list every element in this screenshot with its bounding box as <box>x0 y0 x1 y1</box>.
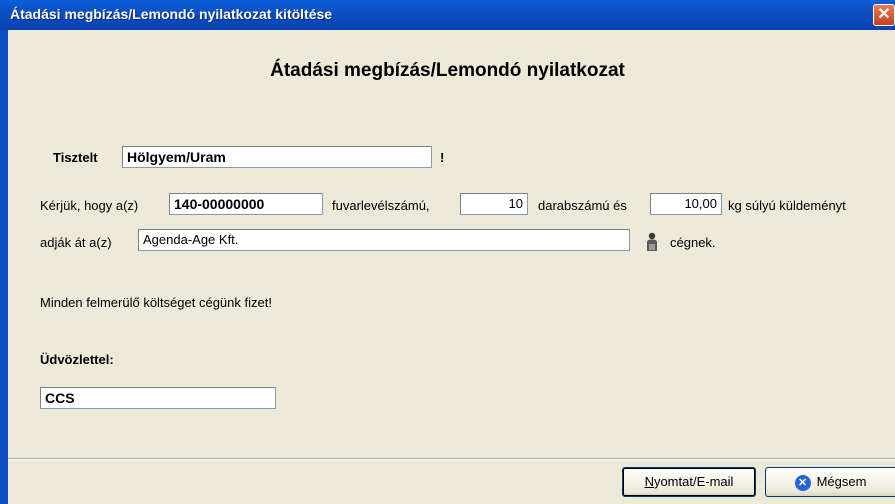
regards-label: Üdvözlettel: <box>40 352 114 367</box>
print-hotkey: N <box>644 474 654 489</box>
cancel-label: Mégsem <box>816 474 867 489</box>
handover-prefix-label: adják át a(z) <box>40 235 112 250</box>
salutation-input[interactable]: Hölgyem/Uram <box>122 146 432 168</box>
exclamation-mark: ! <box>440 150 445 165</box>
waybill-suffix-label: fuvarlevélszámú, <box>332 198 430 213</box>
piece-count-input[interactable]: 10 <box>460 193 528 215</box>
form-heading: Átadási megbízás/Lemondó nyilatkozat <box>270 60 625 81</box>
company-input[interactable]: Agenda-Age Kft. <box>138 229 630 251</box>
costs-note: Minden felmerülő költséget cégünk fizet! <box>40 295 272 310</box>
company-suffix-label: cégnek. <box>670 235 716 250</box>
weight-input[interactable]: 10,00 <box>650 193 722 215</box>
request-prefix-label: Kérjük, hogy a(z) <box>40 198 139 213</box>
salutation-label: Tisztelt <box>53 150 98 165</box>
window-border <box>0 30 8 504</box>
footer-separator-highlight <box>8 459 895 460</box>
cancel-button[interactable]: ✕ Mégsem <box>765 467 895 497</box>
signature-input[interactable]: CCS <box>40 387 276 409</box>
weight-suffix-label: kg súlyú küldeményt <box>728 198 846 213</box>
window-title: Átadási megbízás/Lemondó nyilatkozat kit… <box>10 6 333 22</box>
title-bar: Átadási megbízás/Lemondó nyilatkozat kit… <box>0 0 895 30</box>
print-email-button[interactable]: Nyomtat/E-mail <box>622 467 756 497</box>
print-label: yomtat/E-mail <box>653 474 734 489</box>
waybill-number-input[interactable]: 140-00000000 <box>169 193 323 215</box>
piece-suffix-label: darabszámú és <box>538 198 627 213</box>
close-button[interactable]: ✕ <box>873 4 895 26</box>
person-icon[interactable] <box>645 232 659 252</box>
close-circle-icon: ✕ <box>794 474 811 491</box>
